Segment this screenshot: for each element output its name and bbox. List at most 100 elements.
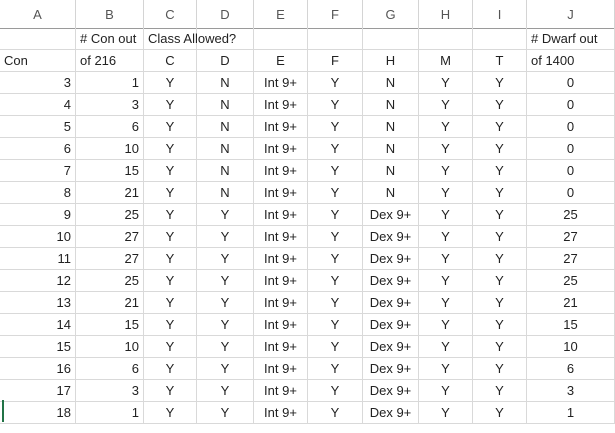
cell-j[interactable]: 25	[527, 204, 615, 226]
cell-d[interactable]: N	[197, 72, 254, 94]
cell-g[interactable]: Dex 9+	[363, 402, 419, 424]
column-header-c[interactable]: C	[144, 0, 197, 28]
cell-e[interactable]: E	[254, 50, 308, 72]
cell-d[interactable]: D	[197, 50, 254, 72]
cell-b[interactable]: 6	[76, 116, 144, 138]
cell-c[interactable]: Y	[144, 380, 197, 402]
cell-a[interactable]: 3	[0, 72, 76, 94]
cell-c[interactable]: Y	[144, 182, 197, 204]
cell-i[interactable]: Y	[473, 270, 527, 292]
cell-i[interactable]: Y	[473, 116, 527, 138]
cell-h[interactable]: Y	[419, 292, 473, 314]
cell-i[interactable]: Y	[473, 314, 527, 336]
cell-c[interactable]: Y	[144, 358, 197, 380]
cell-f[interactable]: Y	[308, 336, 363, 358]
cell-h[interactable]: Y	[419, 248, 473, 270]
cell-d[interactable]: N	[197, 116, 254, 138]
cell-c[interactable]: Y	[144, 160, 197, 182]
cell-i[interactable]: Y	[473, 402, 527, 424]
cell-j[interactable]: 1	[527, 402, 615, 424]
cell-i[interactable]: Y	[473, 248, 527, 270]
cell-c[interactable]: Y	[144, 402, 197, 424]
cell-h[interactable]: Y	[419, 380, 473, 402]
cell-b[interactable]: # Con out	[76, 28, 144, 50]
cell-f[interactable]: Y	[308, 138, 363, 160]
cell-c[interactable]: Y	[144, 270, 197, 292]
cell-j[interactable]: of 1400	[527, 50, 615, 72]
cell-d[interactable]: Y	[197, 336, 254, 358]
cell-d[interactable]: Y	[197, 226, 254, 248]
column-header-j[interactable]: J	[527, 0, 615, 28]
cell-i[interactable]: Y	[473, 160, 527, 182]
cell-b[interactable]: 25	[76, 270, 144, 292]
cell-b[interactable]: 6	[76, 358, 144, 380]
cell-c[interactable]: Y	[144, 138, 197, 160]
cell-c[interactable]: Y	[144, 336, 197, 358]
cell-d[interactable]	[197, 28, 254, 50]
cell-g[interactable]: H	[363, 50, 419, 72]
cell-f[interactable]: Y	[308, 358, 363, 380]
cell-e[interactable]	[254, 28, 308, 50]
cell-f[interactable]	[308, 28, 363, 50]
cell-b[interactable]: 15	[76, 160, 144, 182]
cell-b[interactable]: 10	[76, 336, 144, 358]
cell-b[interactable]: 1	[76, 72, 144, 94]
cell-i[interactable]	[473, 28, 527, 50]
column-header-f[interactable]: F	[308, 0, 363, 28]
cell-j[interactable]: 25	[527, 270, 615, 292]
cell-g[interactable]: Dex 9+	[363, 226, 419, 248]
cell-g[interactable]: N	[363, 138, 419, 160]
cell-c[interactable]: Y	[144, 116, 197, 138]
cell-h[interactable]	[419, 28, 473, 50]
cell-h[interactable]: Y	[419, 358, 473, 380]
cell-d[interactable]: Y	[197, 358, 254, 380]
column-header-a[interactable]: A	[0, 0, 76, 28]
cell-g[interactable]: Dex 9+	[363, 270, 419, 292]
cell-i[interactable]: Y	[473, 226, 527, 248]
cell-j[interactable]: # Dwarf out	[527, 28, 615, 50]
cell-g[interactable]: Dex 9+	[363, 248, 419, 270]
cell-i[interactable]: Y	[473, 138, 527, 160]
cell-a[interactable]: 10	[0, 226, 76, 248]
cell-c[interactable]: Y	[144, 204, 197, 226]
cell-a[interactable]: 12	[0, 270, 76, 292]
cell-a[interactable]: 5	[0, 116, 76, 138]
column-header-i[interactable]: I	[473, 0, 527, 28]
cell-f[interactable]: Y	[308, 160, 363, 182]
cell-b[interactable]: 1	[76, 402, 144, 424]
cell-c[interactable]: Y	[144, 94, 197, 116]
cell-j[interactable]: 0	[527, 160, 615, 182]
cell-d[interactable]: Y	[197, 380, 254, 402]
cell-h[interactable]: Y	[419, 138, 473, 160]
cell-e[interactable]: Int 9+	[254, 94, 308, 116]
cell-j[interactable]: 0	[527, 94, 615, 116]
cell-c[interactable]: Y	[144, 226, 197, 248]
cell-d[interactable]: Y	[197, 402, 254, 424]
cell-b[interactable]: 3	[76, 380, 144, 402]
cell-b[interactable]: 25	[76, 204, 144, 226]
cell-b[interactable]: 3	[76, 94, 144, 116]
cell-f[interactable]: Y	[308, 72, 363, 94]
cell-j[interactable]: 27	[527, 226, 615, 248]
cell-d[interactable]: N	[197, 138, 254, 160]
cell-h[interactable]: Y	[419, 94, 473, 116]
cell-b[interactable]: 15	[76, 314, 144, 336]
cell-a[interactable]: 7	[0, 160, 76, 182]
cell-j[interactable]: 6	[527, 358, 615, 380]
cell-f[interactable]: Y	[308, 94, 363, 116]
cell-d[interactable]: N	[197, 94, 254, 116]
column-header-e[interactable]: E	[254, 0, 308, 28]
cell-i[interactable]: Y	[473, 380, 527, 402]
cell-f[interactable]: Y	[308, 314, 363, 336]
cell-b[interactable]: 21	[76, 182, 144, 204]
cell-f[interactable]: Y	[308, 248, 363, 270]
cell-g[interactable]: N	[363, 182, 419, 204]
cell-g[interactable]: N	[363, 94, 419, 116]
cell-h[interactable]: Y	[419, 182, 473, 204]
cell-a[interactable]: 4	[0, 94, 76, 116]
cell-g[interactable]	[363, 28, 419, 50]
column-header-g[interactable]: G	[363, 0, 419, 28]
cell-e[interactable]: Int 9+	[254, 358, 308, 380]
cell-f[interactable]: F	[308, 50, 363, 72]
cell-b[interactable]: 21	[76, 292, 144, 314]
